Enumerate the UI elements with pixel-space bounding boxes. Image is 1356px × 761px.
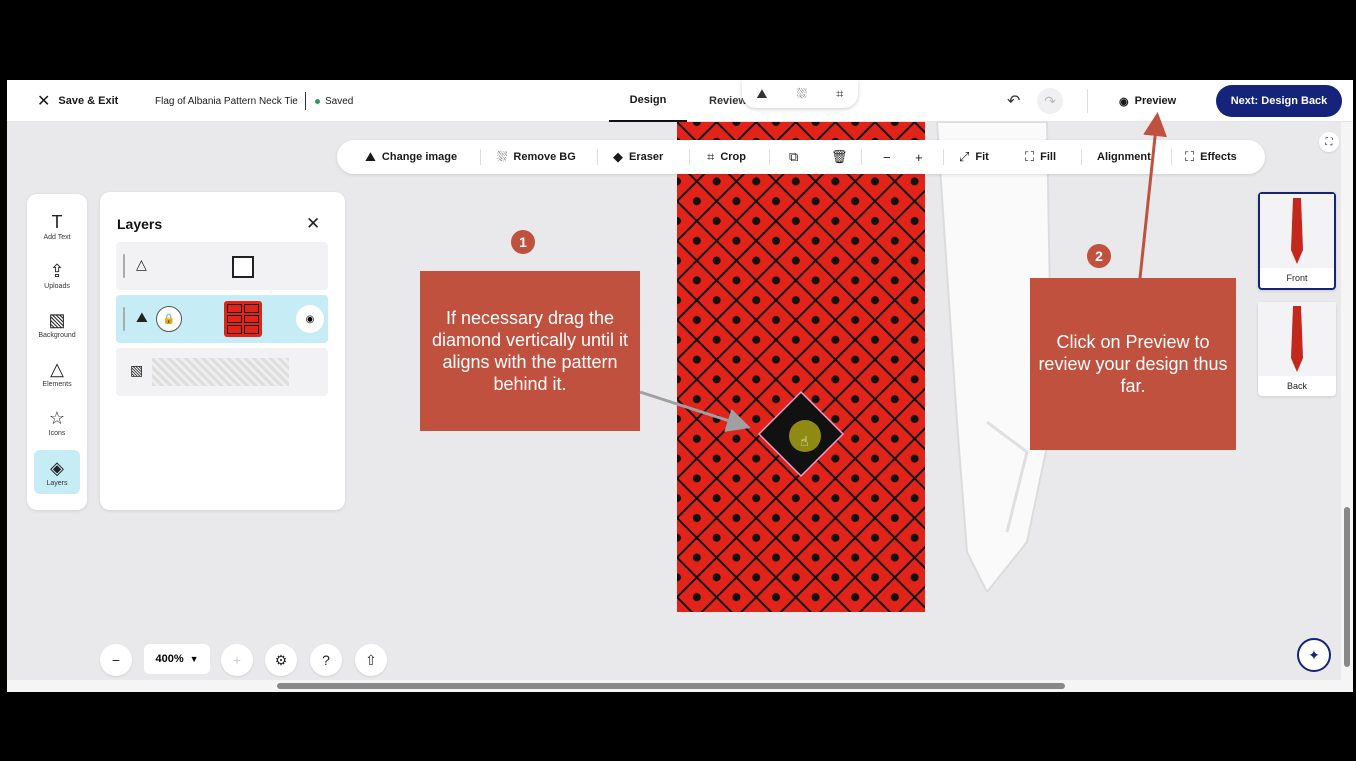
arrow-to-preview — [1138, 112, 1168, 279]
annotation-arrows — [639, 112, 1168, 432]
design-editor: ✕ Save & Exit Flag of Albania Pattern Ne… — [7, 80, 1353, 692]
arrow-to-diamond — [639, 390, 751, 432]
